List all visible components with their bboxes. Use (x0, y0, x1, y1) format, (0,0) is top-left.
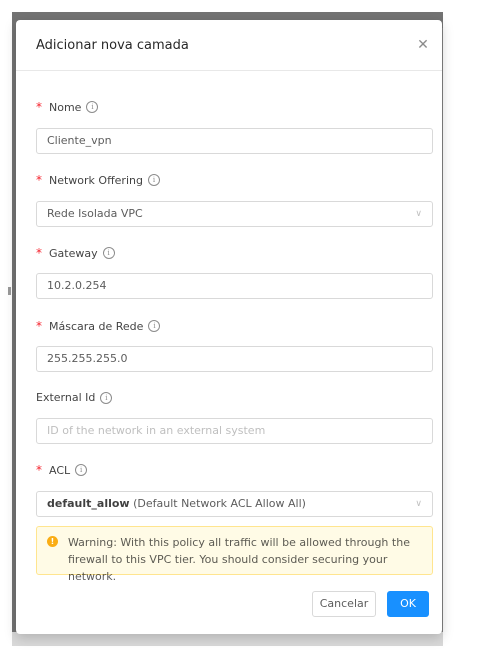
chevron-down-icon: ∨ (415, 209, 422, 219)
info-icon[interactable]: i (75, 464, 88, 476)
acl-value-rest: (Default Network ACL Allow All) (133, 497, 306, 510)
gateway-input[interactable]: 10.2.0.254 (36, 273, 433, 299)
name-label: * Nome i (36, 100, 99, 114)
add-tier-modal: Adicionar nova camada ✕ * Nome i Cliente… (16, 20, 442, 634)
acl-label-text: ACL (49, 463, 71, 477)
network-offering-label-text: Network Offering (49, 173, 143, 187)
network-offering-value: Rede Isolada VPC (47, 207, 143, 220)
required-marker: * (36, 463, 42, 477)
warning-text: Warning: With this policy all traffic wi… (68, 536, 410, 583)
acl-value-strong: default_allow (47, 497, 130, 510)
info-icon[interactable]: i (100, 391, 113, 404)
page-margin (0, 0, 12, 666)
acl-label: * ACL i (36, 463, 88, 477)
external-id-label-text: External Id (36, 391, 96, 404)
netmask-label-text: Máscara de Rede (49, 319, 144, 333)
info-icon[interactable]: i (102, 247, 115, 259)
chevron-down-icon: ∨ (415, 499, 422, 509)
name-label-text: Nome (49, 100, 82, 114)
gateway-label-text: Gateway (49, 246, 98, 260)
required-marker: * (36, 319, 42, 333)
info-icon[interactable]: i (147, 174, 160, 186)
modal-header: Adicionar nova camada ✕ (16, 20, 442, 71)
network-offering-select[interactable]: Rede Isolada VPC ∨ (36, 201, 433, 227)
network-offering-label: * Network Offering i (36, 173, 160, 187)
required-marker: * (36, 246, 42, 260)
info-icon[interactable]: i (148, 320, 161, 332)
warning-alert: ! Warning: With this policy all traffic … (36, 526, 433, 583)
cancel-button[interactable]: Cancelar (312, 591, 376, 617)
info-icon[interactable]: i (86, 101, 99, 113)
modal-title: Adicionar nova camada (36, 38, 189, 53)
name-input[interactable]: Cliente_vpn (36, 128, 433, 154)
external-id-input[interactable]: ID of the network in an external system (36, 418, 433, 444)
required-marker: * (36, 173, 42, 187)
external-id-label: External Id i (36, 391, 113, 404)
acl-select[interactable]: default_allow (Default Network ACL Allow… (36, 491, 433, 517)
netmask-input[interactable]: 255.255.255.0 (36, 346, 433, 372)
backdrop-edge-mark (8, 287, 11, 295)
close-icon[interactable]: ✕ (412, 34, 434, 56)
backdrop-bottom (12, 632, 443, 646)
warning-icon: ! (47, 536, 58, 547)
netmask-label: * Máscara de Rede i (36, 319, 161, 333)
required-marker: * (36, 100, 42, 114)
ok-button[interactable]: OK (387, 591, 429, 617)
gateway-label: * Gateway i (36, 246, 115, 260)
